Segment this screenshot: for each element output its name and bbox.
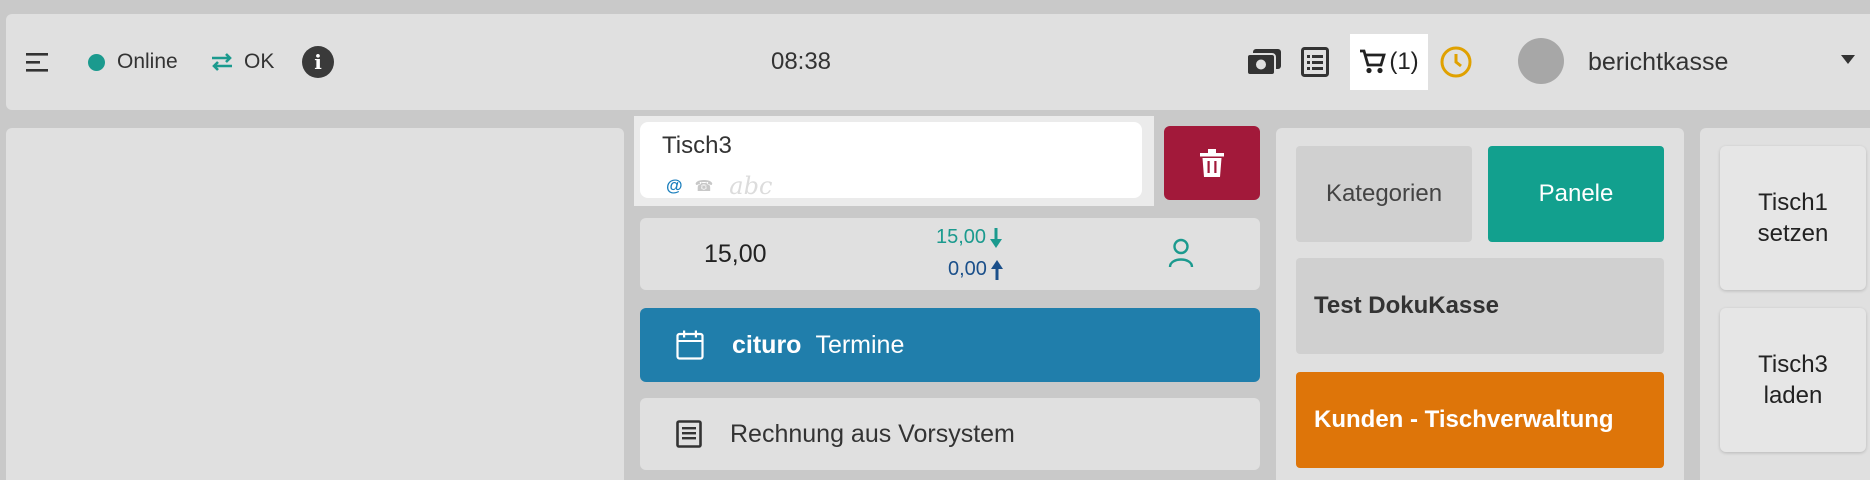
person-icon[interactable] (1168, 238, 1198, 270)
online-status: Online (88, 48, 178, 76)
calendar-icon (676, 330, 704, 360)
phone-icon[interactable]: ☎ (695, 177, 714, 195)
change-value: 0,00 (948, 258, 987, 280)
sync-status: OK (210, 48, 274, 76)
received-value: 15,00 (936, 226, 987, 248)
username[interactable]: berichtkasse (1588, 46, 1728, 78)
info-icon[interactable]: i (302, 46, 334, 78)
cituro-appointments-button[interactable]: cituro Termine (640, 308, 1260, 382)
cituro-label: Termine (815, 330, 905, 359)
table-actions-panel: Tisch1 setzen Tisch3 laden (1700, 128, 1870, 480)
cash-icon[interactable] (1246, 45, 1282, 79)
panel-item-test-dokukasse[interactable]: Test DokuKasse (1296, 258, 1664, 354)
cituro-brand: cituro (732, 330, 802, 359)
contact-row: @ ☎ abc (666, 172, 772, 200)
delete-button[interactable] (1164, 126, 1260, 200)
table-name[interactable]: Tisch3 (662, 132, 732, 160)
received-amount: 15,00 (936, 226, 1003, 249)
cart-count: (1) (1389, 48, 1419, 75)
left-panel (6, 128, 624, 480)
trash-icon (1200, 149, 1224, 177)
table-info-inner: Tisch3 @ ☎ abc (640, 122, 1142, 200)
tab-categories[interactable]: Kategorien (1296, 146, 1472, 242)
history-icon[interactable] (1438, 44, 1474, 80)
list-icon[interactable] (1298, 45, 1332, 79)
set-table1-button[interactable]: Tisch1 setzen (1720, 146, 1866, 290)
load-table3-button[interactable]: Tisch3 laden (1720, 308, 1866, 452)
document-icon (676, 420, 702, 448)
panel-item-customer-table-management[interactable]: Kunden - Tischverwaltung (1296, 372, 1664, 468)
table-info-card: Tisch3 @ ☎ abc (634, 116, 1154, 206)
sync-icon (212, 53, 232, 71)
invoice-label: Rechnung aus Vorsystem (730, 419, 1015, 448)
cart-button[interactable]: (1) (1350, 34, 1428, 90)
text-hint: abc (729, 172, 773, 200)
arrow-up-icon (990, 259, 1003, 280)
top-bar: Online OK i 08:38 (1) berichtkasse (6, 14, 1870, 110)
arrow-down-icon (990, 227, 1003, 248)
app-root: Online OK i 08:38 (1) berichtkasse Tisch… (0, 0, 1870, 480)
avatar[interactable] (1518, 38, 1564, 84)
online-dot-icon (88, 53, 105, 71)
total-amount: 15,00 (704, 240, 767, 268)
cart-icon (1360, 49, 1387, 74)
tab-panels[interactable]: Panele (1488, 146, 1664, 242)
amount-card: 15,00 15,00 0,00 (640, 218, 1260, 290)
email-icon[interactable]: @ (666, 176, 683, 196)
sync-label: OK (244, 50, 275, 73)
invoice-import-button[interactable]: Rechnung aus Vorsystem (640, 398, 1260, 470)
current-time: 08:38 (770, 48, 832, 75)
panel-selector: Kategorien Panele Test DokuKasse Kunden … (1276, 128, 1684, 480)
chevron-down-icon[interactable] (1838, 50, 1858, 70)
menu-icon[interactable] (26, 50, 52, 74)
online-label: Online (117, 50, 178, 73)
change-amount: 0,00 (948, 258, 1003, 281)
